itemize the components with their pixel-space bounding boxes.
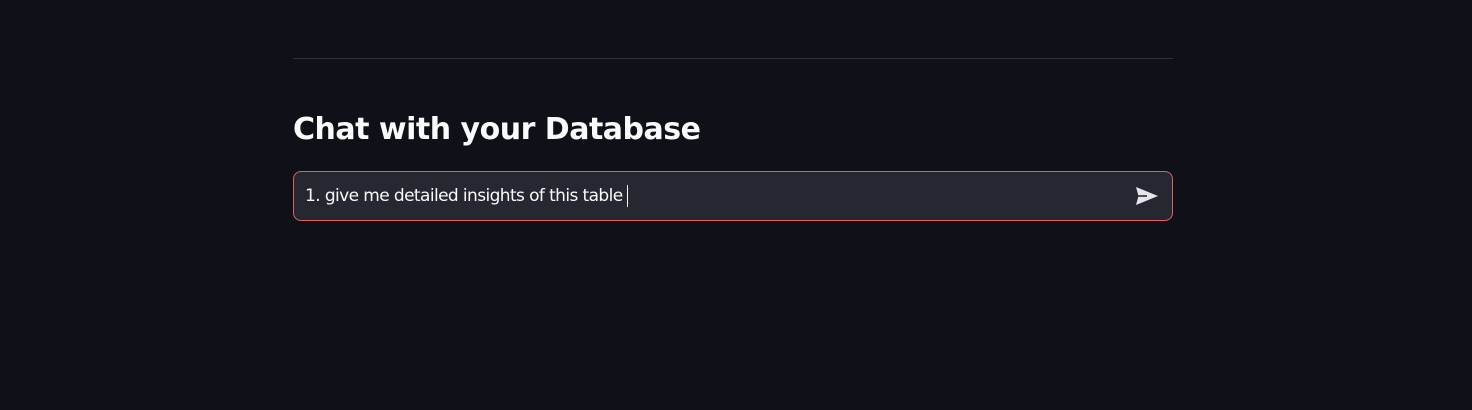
chat-input[interactable]: 1. give me detailed insights of this tab… — [305, 172, 1105, 220]
chat-input-text: 1. give me detailed insights of this tab… — [305, 186, 623, 206]
divider — [293, 58, 1173, 59]
page-title: Chat with your Database — [293, 112, 701, 147]
text-caret — [626, 185, 628, 207]
chat-input-container[interactable]: 1. give me detailed insights of this tab… — [293, 171, 1173, 221]
send-icon — [1136, 187, 1158, 205]
app-page: Chat with your Database 1. give me detai… — [0, 0, 1472, 410]
send-button[interactable] — [1134, 184, 1160, 208]
